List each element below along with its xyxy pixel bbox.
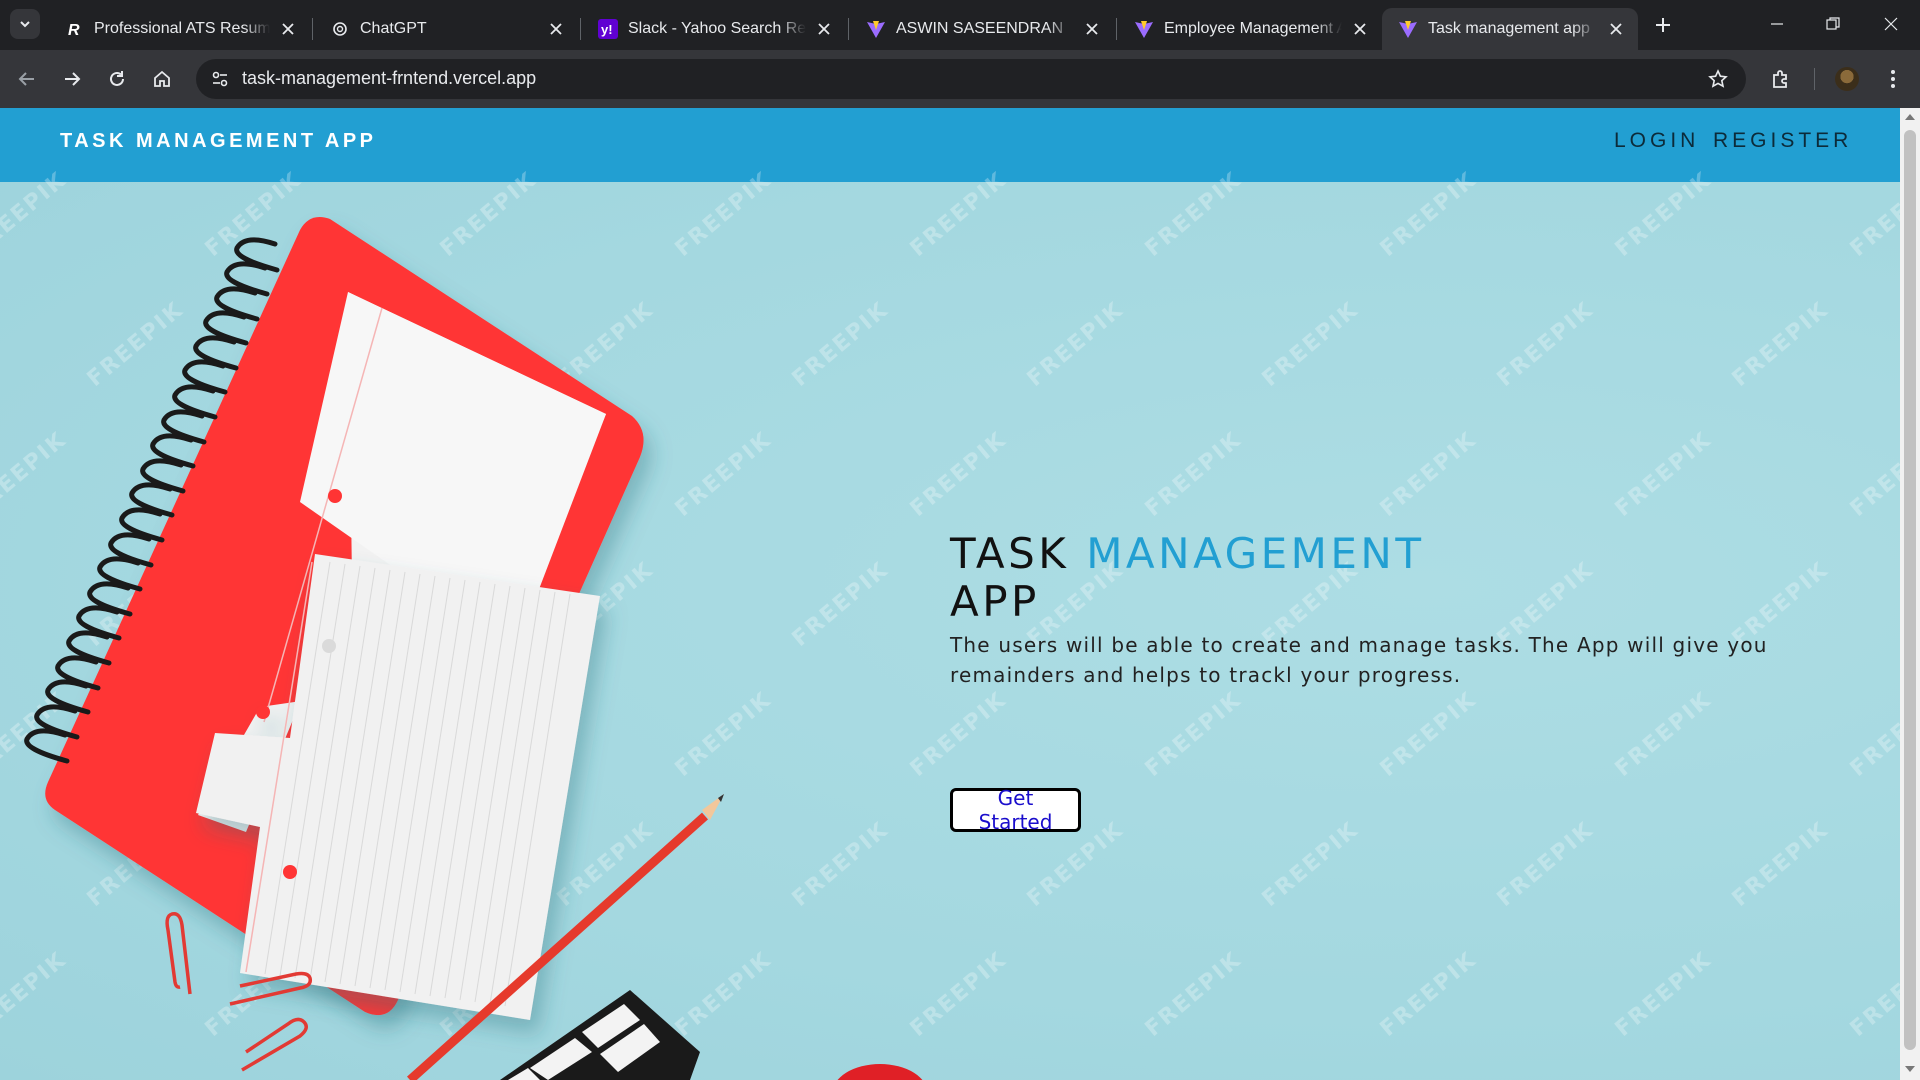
svg-text:y!: y! <box>601 22 613 37</box>
home-icon <box>154 70 170 87</box>
tab-title: Slack - Yahoo Search Resul <box>628 20 806 37</box>
bookmark-star-icon[interactable] <box>1702 63 1734 95</box>
close-icon[interactable] <box>546 19 566 39</box>
home-button[interactable] <box>145 62 179 96</box>
avatar <box>1835 67 1859 91</box>
close-window-button[interactable] <box>1866 6 1916 42</box>
close-icon[interactable] <box>1606 19 1626 39</box>
hero-title-part1: TASK <box>950 529 1070 578</box>
get-started-button[interactable]: Get Started <box>950 786 1081 834</box>
nav-register-link[interactable]: REGISTER <box>1713 129 1852 153</box>
tab-search-button[interactable] <box>10 9 40 39</box>
puzzle-icon <box>1773 70 1787 88</box>
browser-tab[interactable]: ChatGPT <box>314 8 578 50</box>
more-vertical-icon <box>1891 70 1895 88</box>
watermark-text: FREEPIK <box>1610 687 1717 782</box>
watermark-text: FREEPIK <box>1492 817 1599 912</box>
watermark-text: FREEPIK <box>1845 167 1900 262</box>
minimize-icon <box>1771 23 1783 25</box>
tab-title: Task management app <box>1428 20 1590 37</box>
watermark-text: FREEPIK <box>1845 427 1900 522</box>
watermark-text: FREEPIK <box>1140 687 1247 782</box>
scroll-up-arrow-icon[interactable] <box>1905 114 1915 120</box>
close-icon <box>1884 17 1898 31</box>
browser-tab-active[interactable]: Task management app <box>1382 8 1638 50</box>
arrow-left-icon <box>18 72 34 86</box>
vite-icon <box>866 19 886 39</box>
browser-tab[interactable]: y! Slack - Yahoo Search Resul <box>582 8 846 50</box>
watermark-text: FREEPIK <box>1140 167 1247 262</box>
tab-title: Employee Management Ap <box>1164 20 1342 37</box>
hero-description: The users will be able to create and man… <box>950 633 1768 687</box>
watermark-text: FREEPIK <box>1375 427 1482 522</box>
close-icon[interactable] <box>278 19 298 39</box>
watermark-text: FREEPIK <box>1845 687 1900 782</box>
openai-icon <box>330 19 350 39</box>
watermark-text: FREEPIK <box>1610 427 1717 522</box>
svg-text:R: R <box>68 22 80 38</box>
restore-button[interactable] <box>1808 6 1858 42</box>
browser-tab[interactable]: ASWIN SASEENDRAN <box>850 8 1114 50</box>
hero-title-accent: MANAGEMENT <box>1086 529 1425 578</box>
close-icon[interactable] <box>814 19 834 39</box>
watermark-text: FREEPIK <box>1375 687 1482 782</box>
watermark-text: FREEPIK <box>1375 947 1482 1042</box>
restore-icon <box>1826 17 1840 30</box>
watermark-text: FREEPIK <box>1375 167 1482 262</box>
watermark-text: FREEPIK <box>1492 297 1599 392</box>
vite-icon <box>1398 19 1418 39</box>
profile-button[interactable] <box>1830 62 1864 96</box>
yahoo-icon: y! <box>598 19 618 39</box>
hero-title: TASK MANAGEMENT APP <box>950 530 1425 626</box>
scroll-down-arrow-icon[interactable] <box>1905 1066 1915 1072</box>
tab-strip: R Professional ATS Resume T ChatGPT y! S… <box>0 0 1920 50</box>
page-viewport: TASK MANAGEMENT APP LOGIN REGISTER FREEP… <box>0 108 1900 1080</box>
address-bar[interactable]: task-management-frntend.vercel.app <box>196 59 1746 99</box>
watermark-text: FREEPIK <box>1022 297 1129 392</box>
watermark-text: FREEPIK <box>1140 427 1247 522</box>
watermark-text: FREEPIK <box>1610 167 1717 262</box>
new-tab-button[interactable] <box>1650 12 1676 38</box>
url-text[interactable]: task-management-frntend.vercel.app <box>242 68 536 89</box>
browser-tab[interactable]: Employee Management Ap <box>1118 8 1382 50</box>
resume-r-icon: R <box>64 19 84 39</box>
close-icon[interactable] <box>1082 19 1102 39</box>
watermark-text: FREEPIK <box>1727 817 1834 912</box>
reload-icon <box>110 71 124 86</box>
browser-toolbar: task-management-frntend.vercel.app <box>0 50 1920 108</box>
watermark-text: FREEPIK <box>1610 947 1717 1042</box>
hero-section: FREEPIK FREEPIK FREEPIK FREEPIK FREEPIK FREEP… <box>0 167 1900 1080</box>
extensions-button[interactable] <box>1764 62 1798 96</box>
arrow-right-icon <box>65 72 81 86</box>
scrollbar-thumb[interactable] <box>1904 130 1916 1050</box>
forward-button[interactable] <box>55 62 89 96</box>
browser-tab[interactable]: R Professional ATS Resume T <box>48 8 310 50</box>
page-scrollbar[interactable] <box>1900 108 1920 1080</box>
tab-title: ASWIN SASEENDRAN <box>896 20 1064 37</box>
reload-button[interactable] <box>100 62 134 96</box>
back-button[interactable] <box>10 62 44 96</box>
menu-button[interactable] <box>1876 62 1910 96</box>
watermark-text: FREEPIK <box>1845 947 1900 1042</box>
hero-illustration <box>24 217 923 1080</box>
site-brand[interactable]: TASK MANAGEMENT APP <box>60 130 377 153</box>
tab-title: ChatGPT <box>360 20 427 37</box>
chevron-down-icon <box>20 21 30 28</box>
tab-title: Professional ATS Resume T <box>94 20 270 37</box>
plus-icon <box>1656 18 1670 32</box>
watermark-text: FREEPIK <box>1257 297 1364 392</box>
watermark-text: FREEPIK <box>1257 817 1364 912</box>
nav-login-link[interactable]: LOGIN <box>1614 129 1699 153</box>
vite-icon <box>1134 19 1154 39</box>
minimize-button[interactable] <box>1752 6 1802 42</box>
site-info-icon[interactable] <box>204 63 236 95</box>
hero-title-part2: APP <box>950 577 1040 626</box>
close-icon[interactable] <box>1350 19 1370 39</box>
watermark-text: FREEPIK <box>1140 947 1247 1042</box>
red-object-illustration <box>837 1064 923 1080</box>
watermark-text: FREEPIK <box>1727 297 1834 392</box>
